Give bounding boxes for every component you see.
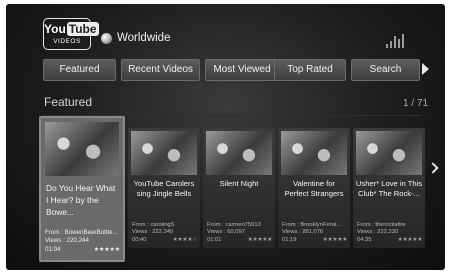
tv-screen: You Tube VIDEOS Worldwide Featured Recent… bbox=[6, 4, 445, 270]
video-author: From : BowenBeerBottle... bbox=[45, 228, 118, 236]
video-thumbnail bbox=[206, 131, 272, 175]
video-card[interactable]: Valentine for Perfect Strangers From : B… bbox=[278, 128, 350, 248]
video-views: Views : 222,340 bbox=[132, 229, 174, 235]
video-author: From : carolingS bbox=[132, 221, 175, 228]
nav-next-arrow-icon[interactable] bbox=[422, 63, 429, 75]
rating-stars-icon: ★★★★☆ bbox=[172, 236, 198, 243]
tab-top-rated[interactable]: Top Rated bbox=[274, 59, 346, 81]
video-author: From : therockafire bbox=[357, 221, 406, 228]
rating-stars-icon: ★★★★★ bbox=[247, 236, 273, 243]
video-thumbnail bbox=[45, 122, 119, 176]
rating-stars-icon: ★★★★★ bbox=[322, 236, 348, 243]
rating-stars-icon: ★★★★★ bbox=[397, 236, 423, 243]
video-views: Views : 60,097 bbox=[207, 229, 245, 235]
video-card-selected[interactable]: Do You Hear What I Hear? by the Bowe... … bbox=[39, 116, 125, 262]
video-duration: 04:35 bbox=[357, 236, 372, 243]
video-views: Views : 222,230 bbox=[357, 229, 399, 235]
tab-recent-videos[interactable]: Recent Videos bbox=[121, 59, 200, 81]
video-thumbnail bbox=[131, 131, 197, 175]
region-selector[interactable]: Worldwide bbox=[117, 32, 170, 44]
video-meta: From : carolingS Views : 222,340 00:40 ★… bbox=[132, 222, 197, 245]
section-title: Featured bbox=[44, 95, 93, 109]
video-card[interactable]: Usher* Love in This Club* The Rock-... F… bbox=[353, 128, 425, 248]
chevron-right-icon[interactable] bbox=[427, 162, 439, 174]
video-thumbnail bbox=[356, 131, 422, 175]
video-thumbnail bbox=[281, 131, 347, 175]
video-meta: From : BrooklynFeral... Views : 281,076 … bbox=[282, 222, 347, 245]
video-card[interactable]: Silent Night From : carmen75013 Views : … bbox=[203, 128, 275, 248]
video-author: From : BrooklynFeral... bbox=[282, 221, 341, 228]
video-views: Views : 220,244 bbox=[45, 237, 89, 244]
tab-search[interactable]: Search bbox=[351, 59, 420, 81]
video-duration: 01:19 bbox=[282, 236, 297, 243]
tab-most-viewed[interactable]: Most Viewed bbox=[205, 59, 279, 81]
video-meta: From : BowenBeerBottle... Views : 220,24… bbox=[45, 229, 120, 255]
video-card[interactable]: YouTube Carolers sing Jingle Bells From … bbox=[128, 128, 200, 248]
video-title: Do You Hear What I Hear? by the Bowe... bbox=[46, 183, 116, 217]
video-duration: 00:40 bbox=[132, 236, 147, 243]
video-title: YouTube Carolers sing Jingle Bells bbox=[133, 179, 195, 198]
tab-featured[interactable]: Featured bbox=[43, 59, 116, 81]
video-title: Valentine for Perfect Strangers bbox=[284, 179, 344, 198]
rating-stars-icon: ★★★★★ bbox=[93, 245, 121, 253]
youtube-logo: You Tube VIDEOS bbox=[43, 18, 99, 50]
video-meta: From : therockafire Views : 222,230 04:3… bbox=[357, 222, 422, 245]
video-duration: 01:04 bbox=[45, 245, 61, 253]
globe-icon bbox=[101, 33, 112, 44]
video-title: Silent Night bbox=[219, 179, 259, 188]
signal-strength-icon bbox=[386, 32, 408, 48]
video-duration: 01:01 bbox=[207, 236, 222, 243]
video-title: Usher* Love in This Club* The Rock-... bbox=[355, 179, 423, 198]
video-author: From : carmen75013 bbox=[207, 221, 261, 228]
video-meta: From : carmen75013 Views : 60,097 01:01 … bbox=[207, 222, 272, 245]
page-indicator: 1 / 71 bbox=[403, 98, 429, 109]
video-views: Views : 281,076 bbox=[282, 229, 324, 235]
